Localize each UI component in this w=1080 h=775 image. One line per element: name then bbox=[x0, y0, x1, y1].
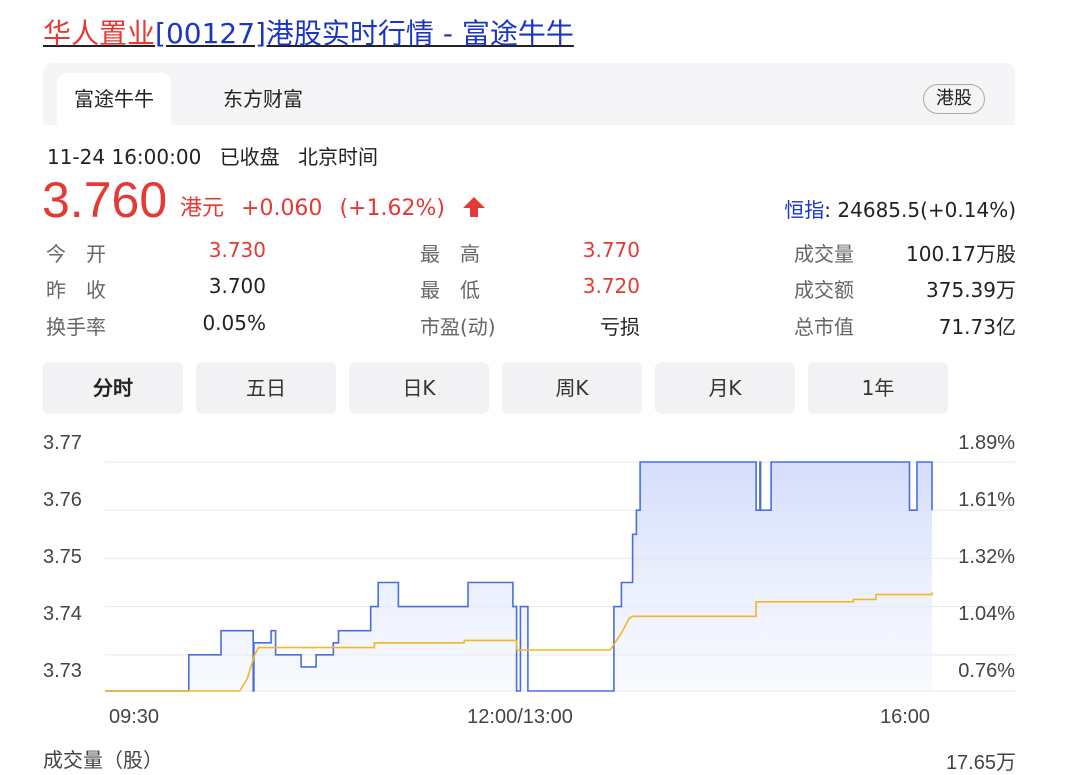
up-arrow-icon bbox=[462, 197, 485, 217]
stat-label-prev-close: 昨 收 bbox=[46, 278, 106, 302]
stat-label-market-cap: 总市值 bbox=[794, 315, 854, 339]
tab-five-day[interactable]: 五日 bbox=[196, 362, 336, 414]
stat-value-open: 3.730 bbox=[208, 238, 266, 262]
quote-datetime: 11-24 16:00:00 bbox=[47, 145, 202, 169]
price-change: +0.060 bbox=[241, 196, 323, 221]
price-change-pct: (+1.62%) bbox=[339, 196, 445, 221]
tab-weekly-k[interactable]: 周K bbox=[502, 362, 642, 414]
page-title-link[interactable]: 华人置业[00127]港股实时行情 - 富途牛牛 bbox=[43, 14, 574, 54]
y-left-tick-label: 3.77 bbox=[43, 432, 82, 454]
stat-value-turnover: 375.39万 bbox=[926, 278, 1016, 302]
tab-monthly-k[interactable]: 月K bbox=[655, 362, 795, 414]
stat-label-open: 今 开 bbox=[46, 242, 106, 266]
y-left-tick-label: 3.75 bbox=[43, 546, 82, 568]
index-value: : 24685.5(+0.14%) bbox=[824, 198, 1016, 222]
price-change-row: 港元 +0.060 (+1.62%) bbox=[180, 190, 486, 222]
current-price: 3.760 bbox=[42, 172, 168, 228]
market-badge: 港股 bbox=[923, 84, 985, 114]
price-area-fill bbox=[105, 462, 932, 691]
x-tick-label: 09:30 bbox=[109, 706, 159, 728]
currency-label: 港元 bbox=[180, 196, 225, 221]
y-right-tick-label: 1.32% bbox=[958, 546, 1015, 568]
stat-value-turnover-rate: 0.05% bbox=[202, 311, 266, 335]
tab-futu[interactable]: 富途牛牛 bbox=[57, 73, 171, 125]
stat-value-prev-close: 3.700 bbox=[208, 274, 266, 298]
stat-label-turnover-rate: 换手率 bbox=[46, 315, 106, 339]
stat-value-market-cap: 71.73亿 bbox=[938, 315, 1016, 339]
index-name[interactable]: 恒指 bbox=[784, 198, 824, 222]
volume-max-value: 17.65万 bbox=[945, 752, 1016, 774]
stock-name-link[interactable]: 华人置业 bbox=[43, 17, 155, 50]
y-left-tick-label: 3.74 bbox=[43, 603, 82, 625]
market-state: 已收盘 bbox=[219, 145, 280, 169]
y-right-tick-label: 0.76% bbox=[958, 660, 1015, 682]
source-tabs-bar: 富途牛牛 东方财富 港股 bbox=[43, 63, 1015, 125]
tab-eastmoney[interactable]: 东方财富 bbox=[203, 73, 323, 125]
timezone-label: 北京时间 bbox=[298, 145, 379, 169]
stat-value-low: 3.720 bbox=[582, 274, 640, 298]
tab-one-year[interactable]: 1年 bbox=[808, 362, 948, 414]
stat-label-high: 最 高 bbox=[420, 242, 480, 266]
stat-label-turnover: 成交额 bbox=[794, 278, 854, 302]
y-right-tick-label: 1.89% bbox=[958, 432, 1015, 454]
stat-value-high: 3.770 bbox=[582, 238, 640, 262]
x-tick-label: 16:00 bbox=[880, 706, 930, 728]
tab-daily-k[interactable]: 日K bbox=[349, 362, 489, 414]
stat-value-volume: 100.17万股 bbox=[906, 242, 1016, 266]
stat-label-pe: 市盈(动) bbox=[420, 315, 496, 339]
y-left-tick-label: 3.76 bbox=[43, 489, 82, 511]
stat-label-low: 最 低 bbox=[420, 278, 480, 302]
y-right-tick-label: 1.61% bbox=[958, 489, 1015, 511]
page-title-rest[interactable]: [00127]港股实时行情 - 富途牛牛 bbox=[155, 17, 574, 50]
y-left-tick-label: 3.73 bbox=[43, 660, 82, 682]
stat-value-pe: 亏损 bbox=[600, 315, 640, 339]
stat-label-volume: 成交量 bbox=[794, 242, 854, 266]
x-tick-label: 12:00/13:00 bbox=[467, 706, 573, 728]
y-right-tick-label: 1.04% bbox=[958, 603, 1015, 625]
quote-status-line: 11-24 16:00:00 已收盘 北京时间 bbox=[47, 141, 390, 170]
hang-seng-index[interactable]: 恒指: 24685.5(+0.14%) bbox=[784, 194, 1016, 223]
tab-intraday[interactable]: 分时 bbox=[43, 362, 183, 414]
volume-label: 成交量（股） bbox=[43, 748, 163, 772]
intraday-chart[interactable]: 3.77 3.76 3.75 3.74 3.73 1.89% 1.61% 1.32% 1.04%… bbox=[0, 420, 1080, 730]
